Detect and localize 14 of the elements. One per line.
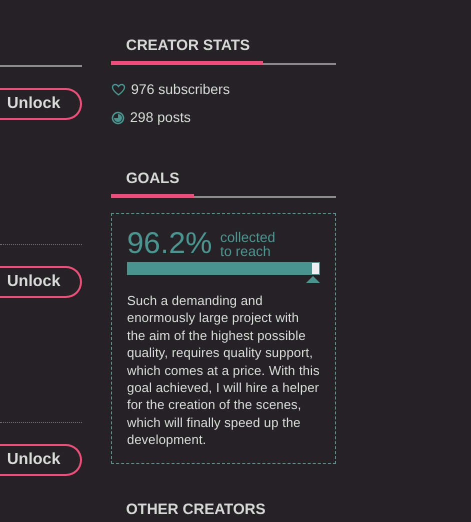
unlock-button[interactable]: Unlock <box>0 444 82 476</box>
heart-icon <box>111 83 126 96</box>
unlock-button[interactable]: Unlock <box>0 88 82 120</box>
pie-icon <box>111 110 125 124</box>
goal-caption: collected <box>220 230 276 244</box>
stat-text: 298 posts <box>130 108 191 127</box>
goal-description: Such a demanding and enormously large project with the aim of the highest possible quality, requires quality support, which comes at a price. With this goal achieved, I will hire a helper for the creation of the scenes, which will finally speed up the development. <box>127 292 320 449</box>
section-title: GOALS <box>125 170 180 188</box>
section-title: OTHER CREATORS <box>125 500 266 519</box>
goal-caption: to reach <box>220 244 272 258</box>
section-title: CREATOR STATS <box>125 37 251 55</box>
stat-text: 976 subscribers <box>131 80 230 99</box>
unlock-button[interactable]: Unlock <box>0 266 82 298</box>
goal-percent: 96.2% <box>127 228 212 260</box>
